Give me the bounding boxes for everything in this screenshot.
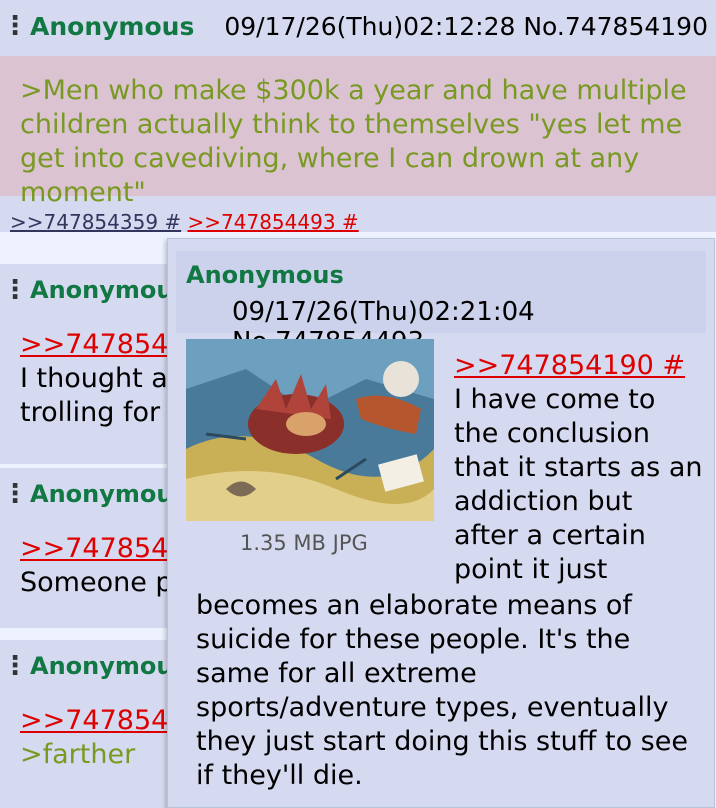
op-header: ⋮ Anonymous 09/17/26(Thu)02:12:28 No.747… xyxy=(0,0,716,52)
quote-link[interactable]: >>7478540 xyxy=(20,704,180,738)
poster-name: Anonymou xyxy=(30,652,174,680)
reply-text-line: >farther xyxy=(20,739,136,770)
popup-header: Anonymous 09/17/26(Thu)02:21:04 No.74785… xyxy=(176,251,706,357)
post-thumbnail[interactable] xyxy=(186,339,434,521)
quote-link[interactable]: >>747854190 # xyxy=(454,349,704,383)
quote-preview-popup: Anonymous 09/17/26(Thu)02:21:04 No.74785… xyxy=(167,238,715,808)
op-comment: >Men who make $300k a year and have mult… xyxy=(20,75,687,208)
reply-text-line: Someone p xyxy=(20,567,173,598)
reply-text-line: I thought a xyxy=(20,363,168,394)
backlinks: >>747854359 # >>747854493 # xyxy=(10,210,359,234)
separator xyxy=(0,250,180,262)
reply-body: >>7478540 I thought a trolling for i xyxy=(0,316,180,430)
quote-link[interactable]: >>7478540 xyxy=(20,328,180,362)
popup-comment-text: I have come to the conclusion that it st… xyxy=(454,384,703,585)
poster-name: Anonymou xyxy=(30,480,174,508)
post-menu-icon[interactable]: ⋮ xyxy=(0,275,30,305)
reply-post: ⋮ Anonymou >>7478540 I thought a trollin… xyxy=(0,264,180,464)
reply-header: ⋮ Anonymou xyxy=(0,640,180,692)
reply-body: >>7478540 Someone p xyxy=(0,520,180,600)
op-comment-box: >Men who make $300k a year and have mult… xyxy=(0,56,716,208)
reply-header: ⋮ Anonymou xyxy=(0,264,180,316)
quote-link[interactable]: >>7478540 xyxy=(20,532,180,566)
poster-name: Anonymous xyxy=(186,261,344,289)
reply-post: ⋮ Anonymou >>7478540 >farther xyxy=(0,640,180,808)
reply-body: >>7478540 >farther xyxy=(0,692,180,772)
backlink-1[interactable]: >>747854359 # xyxy=(10,210,181,234)
post-menu-icon[interactable]: ⋮ xyxy=(0,651,30,681)
popup-comment-top: >>747854190 # I have come to the conclus… xyxy=(454,349,704,587)
reply-post: ⋮ Anonymou >>7478540 Someone p xyxy=(0,468,180,628)
reply-text-line: trolling for i xyxy=(20,397,177,428)
poster-name: Anonymous xyxy=(30,11,195,41)
poster-name: Anonymou xyxy=(30,276,174,304)
backlink-2[interactable]: >>747854493 # xyxy=(188,210,359,234)
post-menu-icon[interactable]: ⋮ xyxy=(0,11,30,41)
post-datetime[interactable]: 09/17/26(Thu)02:12:28 No.747854190 xyxy=(224,12,716,41)
post-menu-icon[interactable]: ⋮ xyxy=(0,479,30,509)
separator xyxy=(0,628,180,640)
reply-header: ⋮ Anonymou xyxy=(0,468,180,520)
popup-comment-bottom: becomes an elaborate means of suicide fo… xyxy=(196,590,688,791)
file-info[interactable]: 1.35 MB JPG xyxy=(240,531,368,555)
painting-image xyxy=(186,339,434,521)
